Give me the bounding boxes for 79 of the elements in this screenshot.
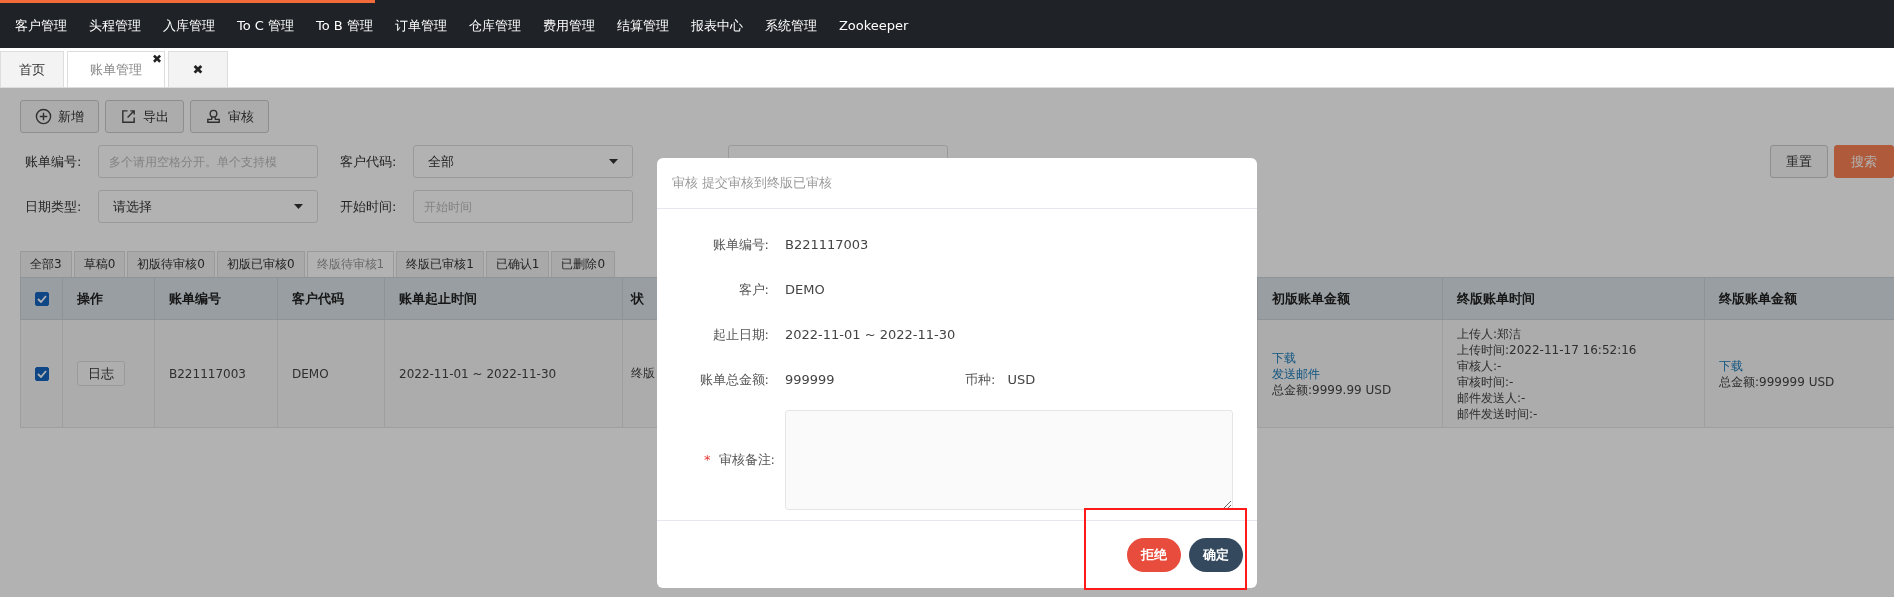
table-cell: DEMO [277,319,385,428]
toolbar-button[interactable]: 新增 [20,100,99,133]
table-cell: B221117003 [154,319,278,428]
field-label: 账单总金额: [698,370,770,389]
page-tab[interactable]: ✖ [168,51,228,87]
detail-line: 审核人:- [1457,357,1503,374]
field-label: 起止日期: [711,325,770,344]
field-value: 2022-11-01 ~ 2022-11-30 [785,327,956,342]
nav-item[interactable]: 入库管理 [152,16,226,35]
nav-item[interactable]: 报表中心 [679,16,754,35]
caret-icon [609,159,618,164]
nav-item[interactable]: To B 管理 [305,16,384,35]
nav-item[interactable]: 费用管理 [531,16,606,35]
status-tab[interactable]: 初版已审核0 [216,251,305,277]
field-label: 客户: [737,280,770,299]
nav-item[interactable]: Zookeeper [827,18,920,33]
nav-item[interactable]: 订单管理 [383,16,458,35]
page-tab[interactable]: 首页 [0,51,64,87]
checkbox[interactable] [35,366,49,381]
confirm-button[interactable]: 确定 [1189,537,1243,572]
detail-line: 邮件发送时间:- [1457,405,1539,422]
filter-label: 账单编号: [25,152,83,171]
filter-label: 开始时间: [340,197,398,216]
filter-label: 日期类型: [25,197,83,216]
column-header: 初版账单金额 [1257,277,1443,320]
share-box-icon [120,108,137,125]
remark-field[interactable] [785,410,1233,510]
column-header: 账单编号 [154,277,278,320]
field-value: DEMO [785,282,825,297]
detail-line: 邮件发送人:- [1457,389,1527,406]
page-tab[interactable]: 账单管理 ✖ [67,51,165,87]
toolbar-button[interactable]: 导出 [105,100,184,133]
amount-text: 总金额:9999.99 USD [1272,381,1393,398]
filter-label: 客户代码: [340,152,398,171]
field-label: 账单编号: [711,235,770,254]
detail-line: 审核时间:- [1457,373,1515,390]
reject-button[interactable]: 拒绝 [1127,537,1181,572]
detail-line: 上传人:郑洁 [1457,325,1523,342]
status-tab[interactable]: 初版待审核0 [127,251,215,277]
close-icon[interactable]: ✖ [151,52,162,66]
status-tab[interactable]: 终版已审核1 [396,251,484,277]
cell-link[interactable]: 发送邮件 [1272,365,1428,382]
column-header: 客户代码 [277,277,385,320]
table-cell: 2022-11-01 ~ 2022-11-30 [384,319,623,428]
amount-text: 总金额:999999 USD [1719,373,1836,390]
stamp-icon [205,108,222,125]
plus-circle-icon [35,108,52,125]
nav-item[interactable]: To C 管理 [226,16,306,35]
nav-item[interactable]: 结算管理 [605,16,680,35]
field-label: 币种: [965,370,997,389]
close-icon[interactable]: ✖ [192,62,204,77]
nav-item[interactable]: 仓库管理 [457,16,532,35]
field-value: USD [1007,372,1036,387]
column-header: 账单起止时间 [384,277,623,320]
field-label: 审核备注: [718,452,775,467]
column-header: 终版账单时间 [1442,277,1705,320]
status-tab[interactable]: 已删除0 [551,251,616,277]
column-header: 操作 [62,277,155,320]
select-field[interactable]: 全部 [413,145,633,178]
reset-button[interactable]: 重置 [1770,145,1828,178]
toolbar-button[interactable]: 审核 [190,100,269,133]
detail-line: 上传时间:2022-11-17 16:52:16 [1457,341,1638,358]
checkbox[interactable] [35,292,49,306]
field-value: B221117003 [785,237,869,252]
status-tab[interactable]: 草稿0 [73,251,126,277]
required-mark: * [704,452,711,467]
log-button[interactable]: 日志 [77,361,125,386]
nav-item[interactable]: 客户管理 [4,16,78,35]
cell-link[interactable]: 下载 [1272,349,1428,366]
column-header: 终版账单金额 [1704,277,1894,320]
field-value: 999999 [785,372,836,387]
status-tab[interactable]: 全部3 [20,251,72,277]
dialog-title: 审核 提交审核到终版已审核 [672,174,833,192]
nav-item[interactable]: 头程管理 [78,16,152,35]
nav-item[interactable]: 系统管理 [753,16,828,35]
caret-icon [294,204,303,209]
cell-link[interactable]: 下载 [1719,357,1880,374]
status-tab[interactable]: 已确认1 [485,251,550,277]
select-field[interactable]: 请选择 [98,190,318,223]
